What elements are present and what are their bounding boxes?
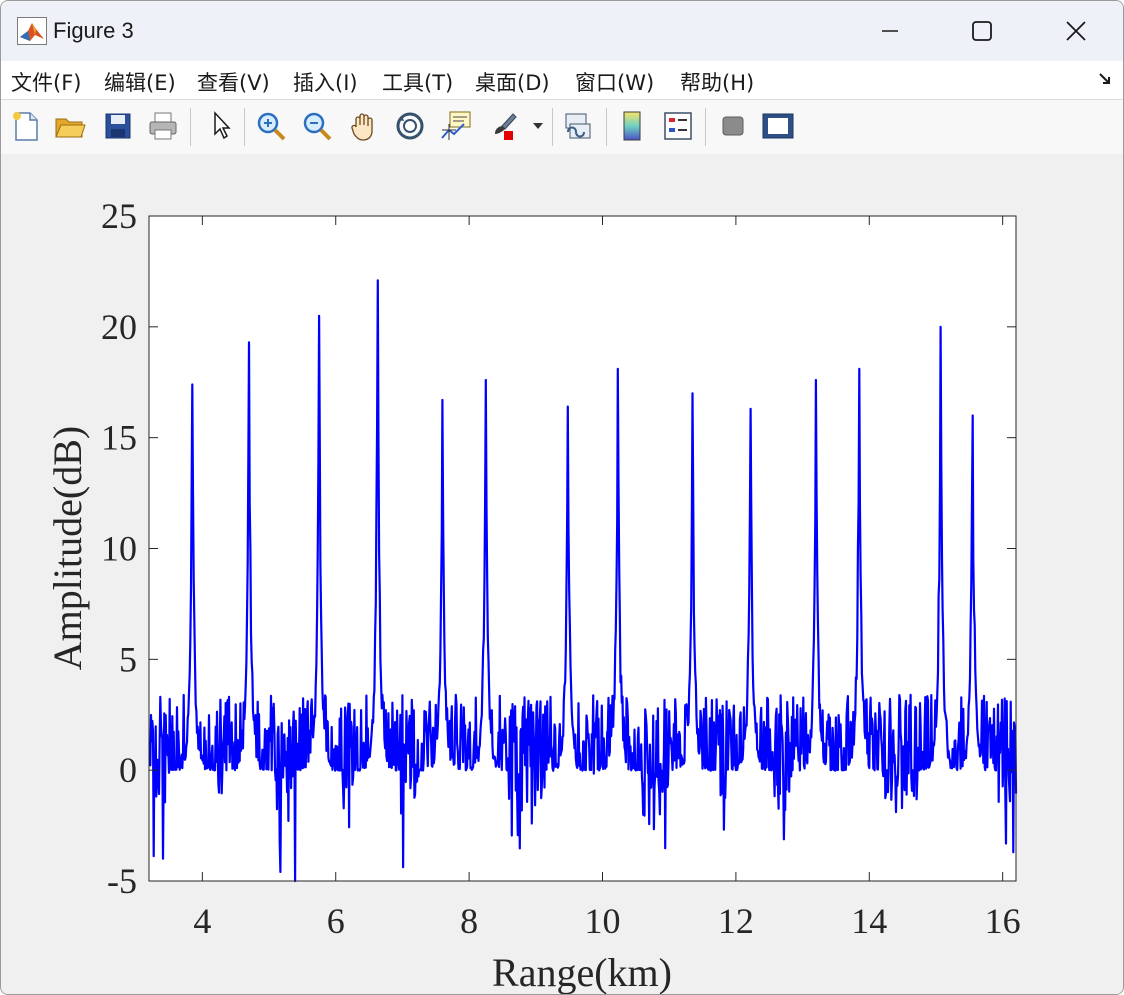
x-tick-label: 12	[718, 901, 754, 941]
x-axis-label: Range(km)	[492, 950, 672, 994]
pan-hand-icon	[351, 113, 373, 141]
menu-insert[interactable]: 插入(I)	[293, 67, 358, 97]
show-plot-tools-button[interactable]	[761, 108, 795, 144]
brush-dropdown-icon	[533, 123, 543, 129]
line-chart[interactable]: 4 6 8 10 12 14 16 -5 0 5 10 15 20 25 Range(km) Amplit…	[1, 154, 1123, 994]
data-cursor-button[interactable]	[439, 108, 473, 144]
menu-help[interactable]: 帮助(H)	[680, 67, 754, 97]
menu-window[interactable]: 窗口(W)	[575, 67, 654, 97]
legend-icon	[664, 112, 692, 140]
y-tick-label: 0	[119, 750, 137, 790]
zoom-out-button[interactable]	[300, 108, 334, 144]
figure-toolbar	[1, 99, 1123, 155]
show-plot-tools-icon	[762, 113, 794, 139]
save-icon	[105, 113, 131, 139]
toolbar-separator	[705, 108, 706, 146]
matlab-logo-icon	[17, 17, 47, 45]
colorbar-button[interactable]	[615, 108, 649, 144]
menu-tools[interactable]: 工具(T)	[382, 67, 453, 97]
x-tick-label: 8	[460, 901, 478, 941]
x-tick-label: 6	[327, 901, 345, 941]
x-tick-label: 4	[193, 901, 211, 941]
minimize-button[interactable]	[867, 9, 913, 53]
menu-file[interactable]: 文件(F)	[11, 67, 81, 97]
y-tick-label: 25	[101, 196, 137, 236]
y-tick-label: 5	[119, 639, 137, 679]
toolbar-separator	[606, 108, 607, 146]
menu-desktop[interactable]: 桌面(D)	[475, 67, 550, 97]
print-button[interactable]	[146, 108, 180, 144]
menu-edit[interactable]: 编辑(E)	[104, 67, 176, 97]
menu-bar: 文件(F) 编辑(E) 查看(V) 插入(I) 工具(T) 桌面(D) 窗口(W…	[1, 61, 1123, 99]
window-title: Figure 3	[53, 18, 134, 43]
dock-arrow-icon[interactable]	[1097, 71, 1113, 87]
menu-view[interactable]: 查看(V)	[197, 67, 270, 97]
figure-canvas: 4 6 8 10 12 14 16 -5 0 5 10 15 20 25 Range(km) Amplit…	[1, 154, 1123, 994]
y-tick-label: -5	[107, 861, 137, 901]
zoom-in-icon	[257, 112, 286, 141]
rotate-3d-icon	[396, 112, 424, 140]
y-tick-label: 10	[101, 529, 137, 569]
data-cursor-icon	[441, 111, 471, 140]
x-tick-label: 14	[851, 901, 887, 941]
y-tick-label: 15	[101, 418, 137, 458]
zoom-in-button[interactable]	[254, 108, 288, 144]
colorbar-icon	[623, 111, 641, 141]
toolbar-separator	[244, 108, 245, 146]
toolbar-separator	[552, 108, 553, 146]
select-arrow-icon	[214, 111, 231, 140]
y-axis-label: Amplitude(dB)	[45, 426, 90, 670]
minimize-icon	[882, 30, 898, 32]
open-file-button[interactable]	[53, 108, 87, 144]
select-button[interactable]	[204, 108, 238, 144]
pan-button[interactable]	[347, 108, 381, 144]
x-tick-label: 16	[985, 901, 1021, 941]
new-figure-button[interactable]	[9, 108, 43, 144]
zoom-out-icon	[303, 112, 332, 141]
maximize-icon	[972, 21, 992, 41]
close-button[interactable]	[1053, 9, 1099, 53]
rotate-3d-button[interactable]	[393, 108, 427, 144]
title-bar[interactable]: Figure 3	[1, 1, 1123, 61]
maximize-button[interactable]	[959, 9, 1005, 53]
x-tick-label: 10	[585, 901, 621, 941]
hide-plot-tools-button[interactable]	[716, 108, 750, 144]
brush-dropdown-button[interactable]	[529, 108, 547, 144]
legend-button[interactable]	[661, 108, 695, 144]
new-figure-icon	[13, 112, 38, 141]
print-icon	[149, 112, 177, 140]
brush-icon	[495, 113, 517, 140]
open-file-icon	[55, 118, 86, 138]
figure-window: Figure 3 文件(F) 编辑(E) 查看(V) 插入(I) 工具(T) 桌…	[0, 0, 1124, 995]
save-button[interactable]	[101, 108, 135, 144]
link-plot-icon	[565, 113, 591, 139]
toolbar-separator	[190, 108, 191, 146]
hide-plot-tools-icon	[722, 116, 744, 136]
link-plot-button[interactable]	[561, 108, 595, 144]
y-tick-label: 20	[101, 307, 137, 347]
close-icon	[1066, 21, 1086, 41]
brush-button[interactable]	[486, 108, 520, 144]
